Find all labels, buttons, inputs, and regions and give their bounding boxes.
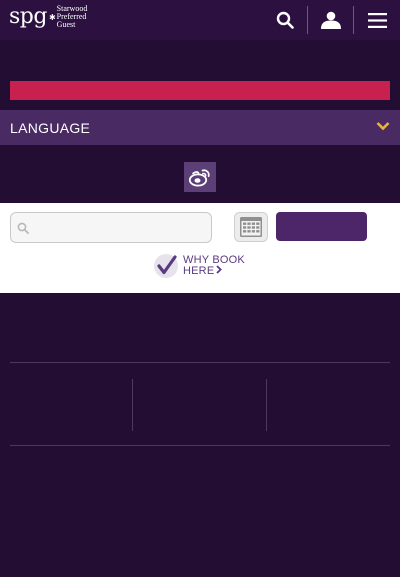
chevron-right-icon — [216, 265, 223, 274]
weibo-share-button[interactable] — [184, 162, 216, 192]
calendar-button[interactable] — [234, 212, 268, 242]
checkmark-icon — [154, 254, 178, 278]
profile-button[interactable] — [309, 0, 352, 40]
booking-widget — [0, 203, 400, 293]
find-hotels-button[interactable] — [276, 212, 367, 241]
why-book-text: WHY BOOK HERE — [183, 254, 245, 277]
language-label: LANGUAGE — [10, 119, 91, 136]
calendar-icon — [234, 212, 268, 242]
weibo-icon — [189, 168, 210, 186]
toolbar-divider — [307, 6, 308, 34]
destination-field[interactable] — [10, 212, 212, 243]
why-book-line-2: HERE — [183, 265, 245, 277]
footer-divider-top — [10, 362, 390, 363]
footer-divider-bottom — [10, 445, 390, 446]
toolbar-divider — [353, 6, 354, 34]
logo-star-icon: ✱ — [48, 13, 56, 22]
language-selector[interactable]: LANGUAGE — [0, 110, 400, 145]
search-icon — [276, 11, 294, 29]
menu-button[interactable] — [355, 0, 400, 40]
why-book-line-1: WHY BOOK — [183, 254, 245, 266]
user-icon — [320, 11, 341, 29]
footer-column-divider — [132, 379, 133, 431]
promo-banner[interactable] — [10, 81, 390, 100]
spg-logo[interactable]: spg ✱ Starwood Preferred Guest — [9, 4, 87, 34]
footer-column-divider — [266, 379, 267, 431]
destination-input[interactable] — [35, 213, 205, 242]
logo-mark: spg — [9, 4, 47, 29]
logo-line-3: Guest — [56, 20, 76, 29]
why-book-here-link[interactable]: WHY BOOK HERE — [153, 253, 245, 279]
logo-wordmark: Starwood Preferred Guest — [57, 5, 88, 29]
chevron-down-icon — [376, 122, 390, 131]
search-button[interactable] — [266, 0, 304, 40]
top-navigation-bar: spg ✱ Starwood Preferred Guest — [0, 0, 400, 40]
magnifier-icon — [17, 222, 29, 234]
hamburger-menu-icon — [368, 12, 387, 28]
why-book-here-label: HERE — [183, 265, 215, 277]
